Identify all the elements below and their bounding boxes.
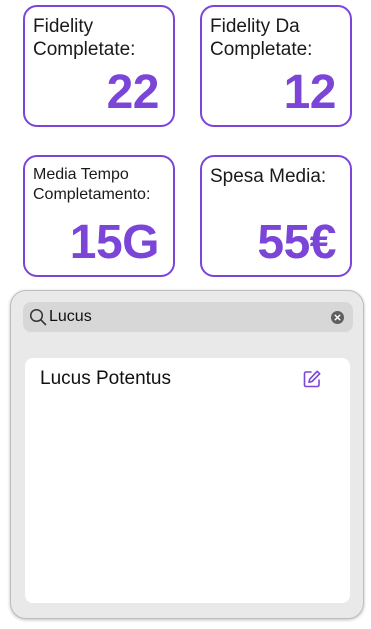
stat-label-line1: Fidelity Da <box>210 16 300 37</box>
stat-value: 12 <box>283 66 337 119</box>
search-input[interactable] <box>49 305 319 329</box>
stat-label-line2: Completamento: <box>33 186 151 203</box>
search-icon <box>29 308 47 326</box>
search-panel: Lucus Potentus <box>10 290 364 619</box>
clear-icon[interactable] <box>331 311 344 324</box>
search-bar[interactable] <box>23 302 353 332</box>
result-name: Lucus Potentus <box>40 368 171 389</box>
dashboard-page: Fidelity Completate: 22 Fidelity Da Comp… <box>0 0 371 629</box>
stat-card-fidelity-da-completate: Fidelity Da Completate: 12 <box>200 5 352 127</box>
stat-value: 22 <box>106 66 160 119</box>
list-item[interactable]: Lucus Potentus <box>25 358 350 398</box>
stat-label-line1: Spesa Media: <box>210 166 327 187</box>
stat-label-line2: Completate: <box>210 39 313 60</box>
stat-label: Fidelity Da Completate: <box>210 15 344 61</box>
stat-label: Media Tempo Completamento: <box>33 165 167 205</box>
results-list: Lucus Potentus <box>25 358 350 603</box>
edit-icon[interactable] <box>302 369 322 389</box>
stat-label-line2: Completate: <box>33 39 136 60</box>
stat-card-spesa-media: Spesa Media: 55€ <box>200 155 352 277</box>
stat-label-line1: Fidelity <box>33 16 94 37</box>
stat-value: 55€ <box>257 216 336 269</box>
stat-card-media-tempo-completamento: Media Tempo Completamento: 15G <box>23 155 175 277</box>
stat-value: 15G <box>69 216 160 269</box>
stat-label-line1: Media Tempo <box>33 166 129 183</box>
stat-card-fidelity-completate: Fidelity Completate: 22 <box>23 5 175 127</box>
stat-label: Spesa Media: <box>210 165 344 188</box>
stat-label: Fidelity Completate: <box>33 15 167 61</box>
